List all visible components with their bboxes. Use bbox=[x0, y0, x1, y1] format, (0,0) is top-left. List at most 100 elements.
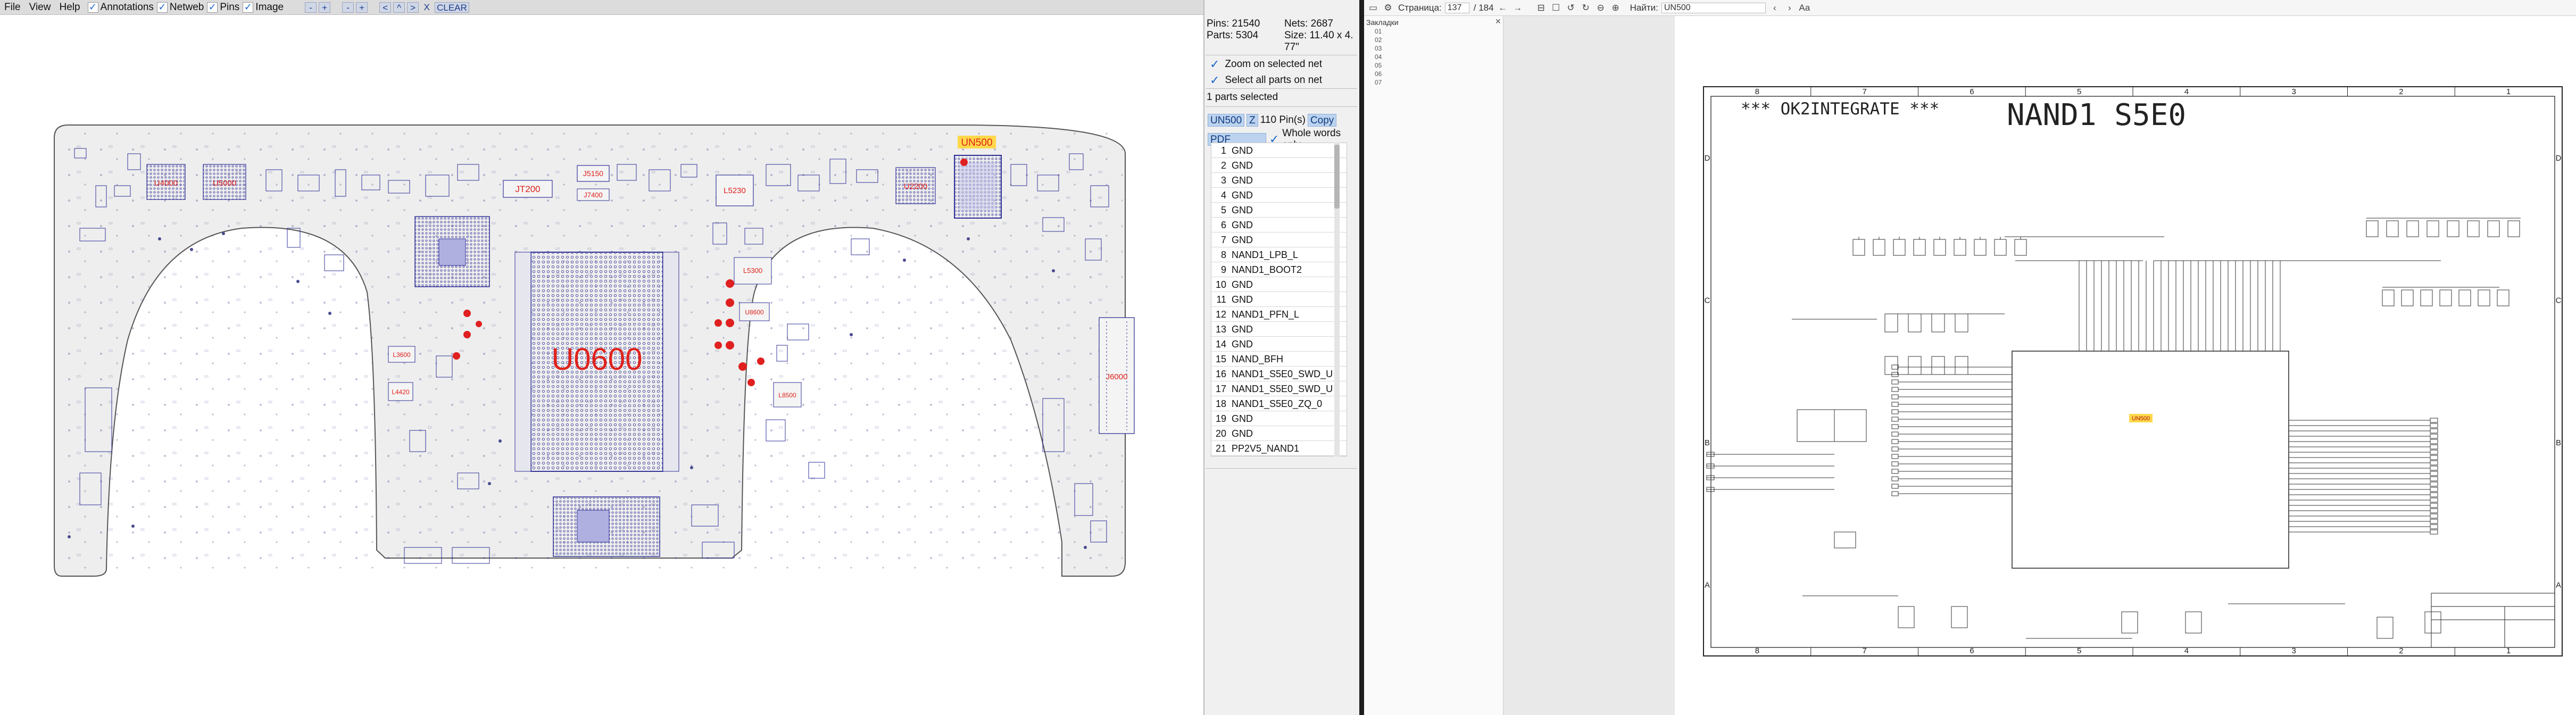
zoom-out-button[interactable]: - bbox=[305, 2, 317, 13]
copy-button[interactable]: Copy bbox=[1307, 114, 1337, 127]
pin-row[interactable]: 3 GND bbox=[1211, 173, 1347, 188]
bookmark-item[interactable]: 07 bbox=[1375, 79, 1382, 86]
pin-net-name: NAND1_S5E0_SWD_U bbox=[1232, 384, 1333, 394]
pin-row[interactable]: 9 NAND1_BOOT2 bbox=[1211, 262, 1347, 277]
pin-row[interactable]: 16 NAND1_S5E0_SWD_U bbox=[1211, 367, 1347, 381]
pin-number: 12 bbox=[1215, 309, 1226, 320]
pin-row[interactable]: 7 GND bbox=[1211, 232, 1347, 247]
bookmark-item[interactable]: 04 bbox=[1375, 53, 1382, 61]
pin-row[interactable]: 19 GND bbox=[1211, 411, 1347, 426]
u4000-label: U4000 bbox=[154, 179, 178, 188]
zoom-in-icon[interactable]: ⊕ bbox=[1610, 2, 1622, 14]
pin-net-name: GND bbox=[1232, 413, 1253, 424]
row-label: D bbox=[2556, 154, 2562, 163]
zoom-part-button[interactable]: Z bbox=[1247, 114, 1258, 127]
page-input[interactable]: 137 bbox=[1444, 2, 1469, 13]
pins-toggle[interactable]: ✓ Pins bbox=[207, 0, 239, 15]
rotate-left-icon[interactable]: ↺ bbox=[1565, 2, 1577, 14]
netweb-toggle[interactable]: ✓ Netweb bbox=[156, 0, 204, 15]
grow-button[interactable]: + bbox=[356, 2, 368, 13]
boardviewer-app: File View Help ✓ Annotations ✓ Netweb ✓ Pin… bbox=[0, 0, 1359, 715]
column-label: 1 bbox=[2506, 646, 2511, 655]
close-button[interactable]: X bbox=[421, 2, 433, 13]
u8600-label: U8600 bbox=[745, 309, 764, 316]
rotate-right-icon[interactable]: ↻ bbox=[1580, 2, 1592, 14]
pin-net-name: GND bbox=[1232, 279, 1253, 290]
image-toggle[interactable]: ✓ Image bbox=[243, 0, 284, 15]
annotations-toggle[interactable]: ✓ Annotations bbox=[87, 0, 154, 15]
u5000-label: U5000 bbox=[213, 179, 236, 188]
pin-row[interactable]: 21 PP2V5_NAND1 bbox=[1211, 441, 1347, 456]
pin-row[interactable]: 13 GND bbox=[1211, 322, 1347, 337]
pin-row[interactable]: 20 GND bbox=[1211, 426, 1347, 441]
flip-button[interactable]: ^ bbox=[393, 2, 405, 13]
column-label: 5 bbox=[2077, 646, 2081, 655]
pin-net-name: PP2V5_NAND1 bbox=[1232, 443, 1300, 454]
menu-view[interactable]: View bbox=[25, 0, 55, 15]
find-input[interactable]: UN500 bbox=[1661, 2, 1766, 13]
fit-width-icon[interactable]: ⊟ bbox=[1535, 2, 1547, 14]
menu-file[interactable]: File bbox=[0, 0, 25, 15]
column-label: 5 bbox=[2077, 87, 2081, 96]
zoom-out-icon[interactable]: ⊖ bbox=[1595, 2, 1607, 14]
pin-number: 20 bbox=[1215, 428, 1226, 439]
row-label: C bbox=[2556, 296, 2562, 305]
bookmark-item[interactable]: 05 bbox=[1375, 62, 1382, 69]
open-folder-icon[interactable]: ▭ bbox=[1367, 2, 1379, 14]
bookmarks-panel: Закладки ✕ 01 02 03 04 05 06 07 bbox=[1364, 16, 1503, 715]
pin-number: 1 bbox=[1220, 145, 1226, 156]
pin-list-scrollbar[interactable] bbox=[1334, 143, 1340, 456]
pin-row[interactable]: 4 GND bbox=[1211, 188, 1347, 203]
pin-row[interactable]: 17 NAND1_S5E0_SWD_U bbox=[1211, 381, 1347, 396]
select-all-checkbox[interactable]: ✓ Select all parts on net bbox=[1210, 73, 1322, 87]
board-canvas[interactable]: U0600 UN500 U4000 U5000 JT200 J5150 J740… bbox=[0, 15, 1203, 715]
scrollbar-thumb[interactable] bbox=[1334, 145, 1340, 209]
prev-page-icon[interactable]: ← bbox=[1497, 2, 1509, 14]
pin-row[interactable]: 6 GND bbox=[1211, 218, 1347, 232]
annotations-label: Annotations bbox=[100, 1, 154, 13]
part-name-tag[interactable]: UN500 bbox=[1208, 114, 1245, 127]
find-prev-icon[interactable]: ‹ bbox=[1769, 2, 1781, 14]
settings-icon[interactable]: ⚙ bbox=[1382, 2, 1394, 14]
pin-row[interactable]: 10 GND bbox=[1211, 277, 1347, 292]
pin-net-name: GND bbox=[1232, 235, 1253, 245]
netweb-label: Netweb bbox=[169, 1, 204, 13]
pin-number: 16 bbox=[1215, 369, 1226, 379]
find-next-icon[interactable]: › bbox=[1784, 2, 1796, 14]
rotate-right-button[interactable]: > bbox=[407, 2, 419, 13]
pin-row[interactable]: 12 NAND1_PFN_L bbox=[1211, 307, 1347, 322]
zoom-in-button[interactable]: + bbox=[319, 2, 331, 13]
pin-net-name: NAND1_S5E0_ZQ_0 bbox=[1232, 398, 1323, 409]
pin-number: 15 bbox=[1215, 354, 1226, 364]
pdf-page[interactable]: 8 8 7 7 6 6 5 5 4 4 3 3 2 2 1 1 D D C C B B A A *** OK2INTEGRA… bbox=[1675, 16, 2576, 715]
next-page-icon[interactable]: → bbox=[1512, 2, 1524, 14]
pin-row[interactable]: 15 NAND_BFH bbox=[1211, 352, 1347, 367]
bookmark-item[interactable]: 01 bbox=[1375, 28, 1382, 35]
pdf-page-area[interactable]: 8 8 7 7 6 6 5 5 4 4 3 3 2 2 1 1 D D C C B B A A *** OK2INTEGRA… bbox=[1503, 16, 2576, 715]
pin-row[interactable]: 18 NAND1_S5E0_ZQ_0 bbox=[1211, 396, 1347, 411]
pin-row[interactable]: 8 NAND1_LPB_L bbox=[1211, 247, 1347, 262]
row-label: B bbox=[2556, 438, 2561, 447]
bookmark-item[interactable]: 03 bbox=[1375, 45, 1382, 52]
fit-page-icon[interactable]: ☐ bbox=[1550, 2, 1562, 14]
zoom-net-checkbox[interactable]: ✓ Zoom on selected net bbox=[1210, 57, 1322, 71]
pin-row[interactable]: 11 GND bbox=[1211, 292, 1347, 307]
pin-row[interactable]: 2 GND bbox=[1211, 158, 1347, 173]
bookmark-item[interactable]: 06 bbox=[1375, 70, 1382, 78]
board-drawing[interactable]: U0600 UN500 U4000 U5000 JT200 J5150 J740… bbox=[0, 15, 1203, 715]
column-label: 4 bbox=[2184, 87, 2189, 96]
match-case-icon[interactable]: Aa bbox=[1799, 2, 1810, 14]
shrink-button[interactable]: - bbox=[342, 2, 354, 13]
clear-button[interactable]: CLEAR bbox=[435, 2, 469, 13]
close-icon[interactable]: ✕ bbox=[1495, 17, 1501, 26]
un500-highlight: UN500 bbox=[2132, 415, 2150, 422]
pin-row[interactable]: 5 GND bbox=[1211, 203, 1347, 218]
menu-help[interactable]: Help bbox=[55, 0, 84, 15]
pin-row[interactable]: 14 GND bbox=[1211, 337, 1347, 352]
rotate-left-button[interactable]: < bbox=[379, 2, 392, 13]
l4420-label: L4420 bbox=[392, 388, 410, 396]
window-divider bbox=[1359, 0, 1364, 715]
pin-list[interactable]: 1 GND 2 GND 3 GND 4 GND 5 GND 6 GND 7 GND 8 NAND1_LPB_L… bbox=[1211, 143, 1347, 456]
pin-row[interactable]: 1 GND bbox=[1211, 143, 1347, 158]
bookmark-item[interactable]: 02 bbox=[1375, 36, 1382, 44]
